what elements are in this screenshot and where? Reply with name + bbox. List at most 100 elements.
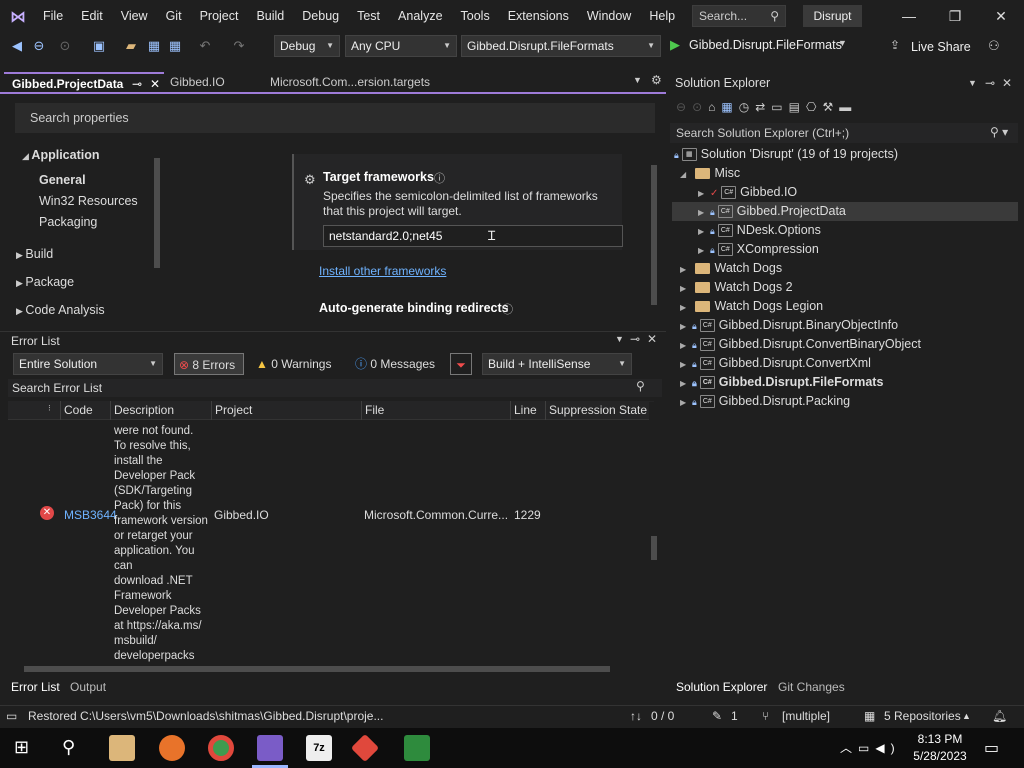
global-search-input[interactable]: Search... ⚲: [692, 5, 786, 27]
play-icon[interactable]: ▶: [670, 37, 680, 53]
status-pending-edits[interactable]: 1: [731, 709, 738, 723]
file-explorer-icon[interactable]: [109, 735, 135, 761]
chrome-icon[interactable]: [208, 735, 234, 761]
tab-error-list[interactable]: Error List: [11, 680, 60, 694]
install-frameworks-link[interactable]: Install other frameworks: [319, 264, 446, 278]
pin-icon[interactable]: ⊸: [132, 74, 142, 94]
menu-git[interactable]: Git: [157, 0, 191, 33]
preview-icon[interactable]: ▬: [839, 100, 857, 114]
nav-general[interactable]: General: [39, 173, 86, 187]
new-project-icon[interactable]: ▣: [90, 37, 108, 55]
scroll-thumb[interactable]: [651, 165, 657, 305]
clock-time[interactable]: 8:13 PM: [915, 732, 965, 746]
menu-test[interactable]: Test: [348, 0, 389, 33]
close-icon[interactable]: ✕: [150, 74, 160, 94]
nav-code-analysis[interactable]: ▶ Code Analysis: [16, 303, 105, 317]
back-icon[interactable]: ⊖: [676, 100, 692, 114]
tray-chevron-icon[interactable]: ︿: [840, 741, 858, 755]
tree-folder-misc[interactable]: ◢ Misc: [680, 164, 740, 183]
menu-analyze[interactable]: Analyze: [389, 0, 451, 33]
pending-changes-icon[interactable]: ◷: [739, 100, 755, 114]
configuration-select[interactable]: Debug ▼: [274, 35, 340, 57]
vs-switch-view-icon[interactable]: ▦: [721, 100, 738, 114]
error-code-link[interactable]: MSB3644: [64, 508, 117, 522]
status-branch[interactable]: [multiple]: [782, 709, 830, 723]
nav-application[interactable]: ◢ Application: [22, 148, 99, 162]
open-folder-icon[interactable]: ▰: [122, 37, 140, 55]
search-properties-input[interactable]: Search properties: [15, 103, 655, 133]
pin-icon[interactable]: ⊸: [630, 332, 640, 346]
sort-icon[interactable]: ⁝: [48, 403, 51, 414]
sync-icon[interactable]: ⇄: [755, 100, 771, 114]
col-description[interactable]: Description: [114, 403, 174, 417]
help-icon[interactable]: ⓘ: [502, 301, 513, 317]
tab-output[interactable]: Output: [70, 680, 106, 694]
search-taskbar-icon[interactable]: ⚲: [62, 737, 75, 758]
filter-icon[interactable]: ⎔: [806, 100, 822, 114]
minimize-button[interactable]: —: [886, 0, 932, 33]
run-dropdown-icon[interactable]: ▼: [838, 38, 847, 48]
notifications-bell-icon[interactable]: 🔔︎: [992, 709, 1007, 723]
notepad-icon[interactable]: [404, 735, 430, 761]
tree-project-gibbed-io[interactable]: ▶ ✓ C# Gibbed.IO: [698, 183, 797, 202]
firefox-icon[interactable]: [159, 735, 185, 761]
source-select[interactable]: Build + IntelliSense ▼: [482, 353, 632, 375]
nav-win32-resources[interactable]: Win32 Resources: [39, 194, 138, 208]
col-suppression[interactable]: Suppression State: [549, 403, 647, 417]
tree-project-fileformats[interactable]: ▶ 🔒︎ C# Gibbed.Disrupt.FileFormats: [680, 373, 883, 392]
tab-git-changes[interactable]: Git Changes: [778, 680, 845, 694]
col-code[interactable]: Code: [64, 403, 93, 417]
tab-list-dropdown-icon[interactable]: ▼: [633, 75, 642, 85]
collapse-all-icon[interactable]: ▭: [771, 100, 788, 114]
settings-gear-icon[interactable]: ⚙: [651, 73, 662, 87]
clock-date[interactable]: 5/28/2023: [910, 749, 970, 763]
network-icon[interactable]: ▭: [858, 741, 875, 755]
startup-project-select[interactable]: Gibbed.Disrupt.FileFormats ▼: [461, 35, 661, 57]
tree-project-xcompression[interactable]: ▶ 🔒︎ C# XCompression: [698, 240, 819, 259]
undo-icon[interactable]: ↶: [196, 37, 214, 55]
target-frameworks-input[interactable]: netstandard2.0;net45: [323, 225, 623, 247]
search-solution-explorer-input[interactable]: Search Solution Explorer (Ctrl+;): [670, 123, 1018, 143]
volume-icon[interactable]: ◀): [875, 741, 900, 755]
status-repositories[interactable]: 5 Repositories: [884, 709, 961, 723]
tree-folder-watch-dogs-2[interactable]: ▶ Watch Dogs 2: [680, 278, 793, 297]
forward-icon[interactable]: ⊙: [692, 100, 708, 114]
scroll-thumb[interactable]: [651, 536, 657, 560]
home-icon[interactable]: ⌂: [708, 100, 721, 114]
back-circle-icon[interactable]: ⊖: [30, 37, 48, 55]
back-icon[interactable]: ◀: [8, 37, 26, 55]
scroll-thumb[interactable]: [154, 158, 160, 268]
menu-tools[interactable]: Tools: [452, 0, 499, 33]
warnings-filter-button[interactable]: ▲ 0 Warnings: [256, 353, 331, 375]
menu-project[interactable]: Project: [191, 0, 248, 33]
nav-scrollbar[interactable]: [152, 144, 162, 319]
menu-window[interactable]: Window: [578, 0, 640, 33]
notifications-center-icon[interactable]: ▭: [984, 738, 999, 758]
tree-folder-watch-dogs[interactable]: ▶ Watch Dogs: [680, 259, 782, 278]
search-error-list-input[interactable]: Search Error List: [8, 379, 662, 397]
live-share-button[interactable]: Live Share: [911, 40, 971, 54]
tree-project-ndesk-options[interactable]: ▶ 🔒︎ C# NDesk.Options: [698, 221, 821, 240]
menu-debug[interactable]: Debug: [293, 0, 348, 33]
tab-gibbed-projectdata[interactable]: Gibbed.ProjectData ⊸ ✕: [4, 72, 164, 92]
col-project[interactable]: Project: [215, 403, 252, 417]
tab-microsoft-targets[interactable]: Microsoft.Com...ersion.targets: [262, 72, 462, 92]
menu-edit[interactable]: Edit: [72, 0, 112, 33]
platform-select[interactable]: Any CPU ▼: [345, 35, 457, 57]
run-button[interactable]: Gibbed.Disrupt.FileFormats: [689, 38, 842, 52]
help-icon[interactable]: ⓘ: [434, 170, 445, 186]
menu-view[interactable]: View: [112, 0, 157, 33]
visual-studio-icon[interactable]: [257, 735, 283, 761]
props-scrollbar[interactable]: [649, 155, 659, 320]
panel-dropdown-icon[interactable]: ▼: [615, 334, 624, 344]
tab-solution-explorer[interactable]: Solution Explorer: [676, 680, 767, 694]
menu-build[interactable]: Build: [247, 0, 293, 33]
close-icon[interactable]: ✕: [647, 332, 657, 346]
7zip-icon[interactable]: 7z: [306, 735, 332, 761]
error-list-vscrollbar[interactable]: [649, 402, 659, 660]
tree-project-binaryobjectinfo[interactable]: ▶ 🔒︎ C# Gibbed.Disrupt.BinaryObjectInfo: [680, 316, 898, 335]
close-window-button[interactable]: ✕: [978, 0, 1024, 33]
messages-filter-button[interactable]: ⓘ 0 Messages: [355, 353, 435, 375]
tab-gibbed-io[interactable]: Gibbed.IO: [162, 72, 258, 92]
close-icon[interactable]: ✕: [1002, 76, 1012, 90]
